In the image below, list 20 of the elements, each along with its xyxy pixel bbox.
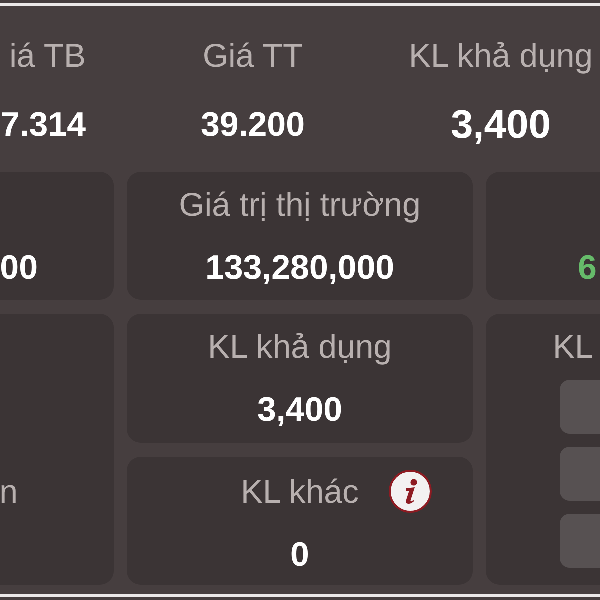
summary-value: 7.314 — [0, 105, 86, 146]
summary-label: Giá TT — [202, 36, 304, 76]
stat-value: 3,400 — [257, 390, 343, 431]
stat-value: 0 — [290, 535, 310, 576]
summary-value: 3,400 — [450, 102, 552, 149]
stat-label: KL khả dụng — [208, 327, 392, 367]
stat-label: KL khác — [240, 472, 359, 512]
option-button[interactable] — [560, 380, 600, 434]
option-button[interactable] — [560, 447, 600, 501]
stat-value: 133,280,000 — [205, 248, 395, 289]
stat-value: 00 — [0, 248, 38, 289]
stat-label: n — [0, 472, 18, 512]
summary-value: 39.200 — [201, 105, 305, 146]
option-button[interactable] — [560, 514, 600, 568]
stat-label: Giá trị thị trường — [179, 185, 421, 225]
summary-label: KL khả dụng — [408, 36, 594, 76]
stat-value: 6 — [578, 248, 597, 289]
stat-label: KL — [553, 327, 594, 367]
summary-label: iá TB — [10, 36, 86, 76]
info-icon[interactable] — [389, 470, 432, 513]
